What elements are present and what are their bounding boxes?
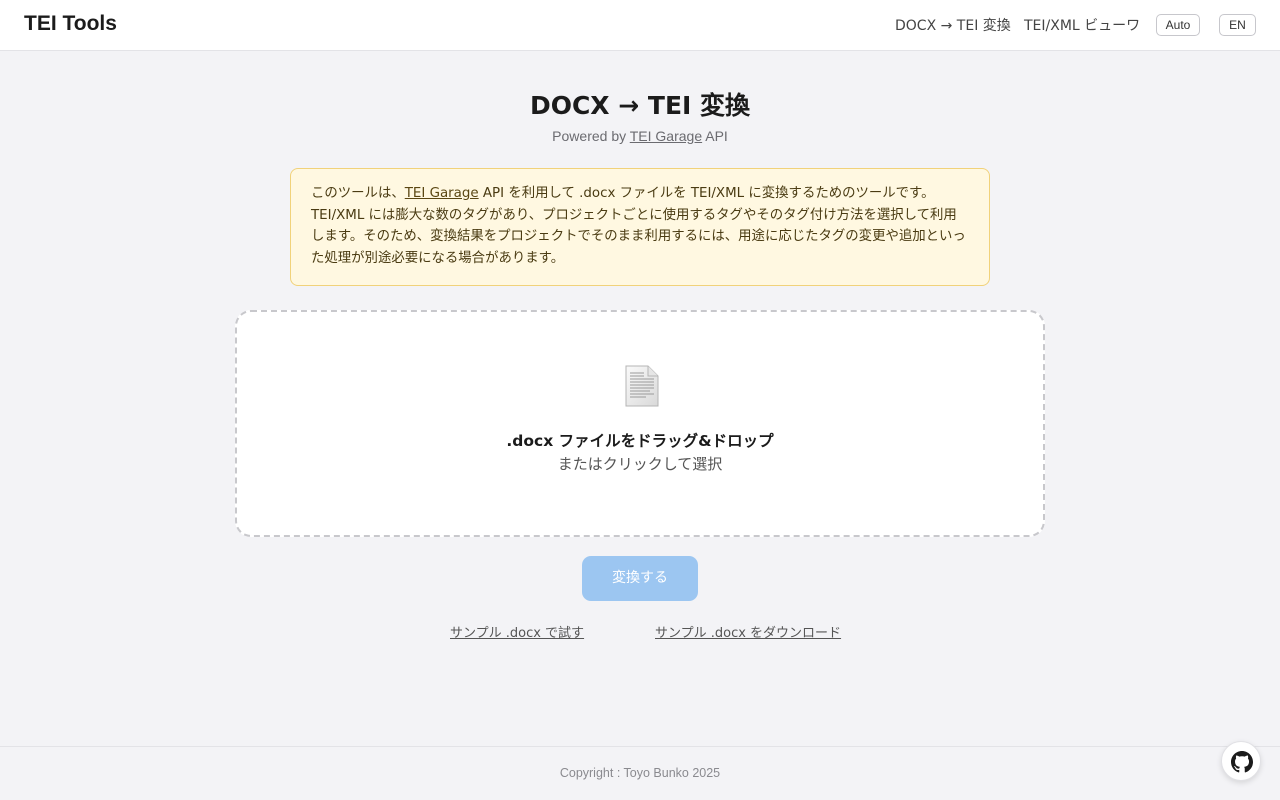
brand-title[interactable]: TEI Tools: [24, 12, 117, 36]
notice-line-2: TEI/XML には膨大な数のタグがあり、プロジェクトごとに使用するタグやそのタ…: [311, 207, 966, 266]
dropzone-primary-text: .docx ファイルをドラッグ&ドロップ: [506, 432, 774, 450]
convert-button[interactable]: 変換する: [582, 556, 698, 601]
notice-line1-suffix: API を利用して .docx ファイルを TEI/XML に変換するためのツー…: [478, 186, 935, 201]
page-title: DOCX → TEI 変換: [529, 91, 751, 120]
subtitle-suffix: API: [702, 128, 728, 144]
file-dropzone[interactable]: .docx ファイルをドラッグ&ドロップ またはクリックして選択: [235, 310, 1045, 537]
notice-line-1: このツールは、TEI Garage API を利用して .docx ファイルを …: [311, 183, 969, 205]
sample-download-link[interactable]: サンプル .docx をダウンロード: [655, 622, 841, 641]
github-icon: [1231, 751, 1253, 773]
copyright-text: Copyright : Toyo Bunko 2025: [559, 766, 721, 780]
nav-tei-viewer[interactable]: TEI/XML ビューワ: [1024, 15, 1140, 35]
document-icon: [625, 365, 659, 407]
subtitle-prefix: Powered by: [552, 128, 630, 144]
dropzone-secondary-text: またはクリックして選択: [557, 455, 723, 473]
notice-line1-prefix: このツールは、: [311, 186, 405, 201]
theme-toggle-button[interactable]: Auto: [1156, 14, 1200, 36]
top-header: TEI Tools DOCX → TEI 変換 TEI/XML ビューワ Aut…: [0, 0, 1280, 51]
page-footer: Copyright : Toyo Bunko 2025: [0, 746, 1280, 800]
sample-try-link[interactable]: サンプル .docx で試す: [450, 622, 584, 641]
language-toggle-button[interactable]: EN: [1219, 14, 1256, 36]
nav-docx-to-tei[interactable]: DOCX → TEI 変換: [895, 15, 1011, 35]
page-subtitle: Powered by TEI Garage API: [0, 128, 1280, 144]
tei-garage-link[interactable]: TEI Garage: [630, 128, 702, 144]
info-notice: このツールは、TEI Garage API を利用して .docx ファイルを …: [290, 168, 990, 286]
notice-tei-garage-link[interactable]: TEI Garage: [405, 186, 479, 201]
github-button[interactable]: [1221, 741, 1261, 781]
